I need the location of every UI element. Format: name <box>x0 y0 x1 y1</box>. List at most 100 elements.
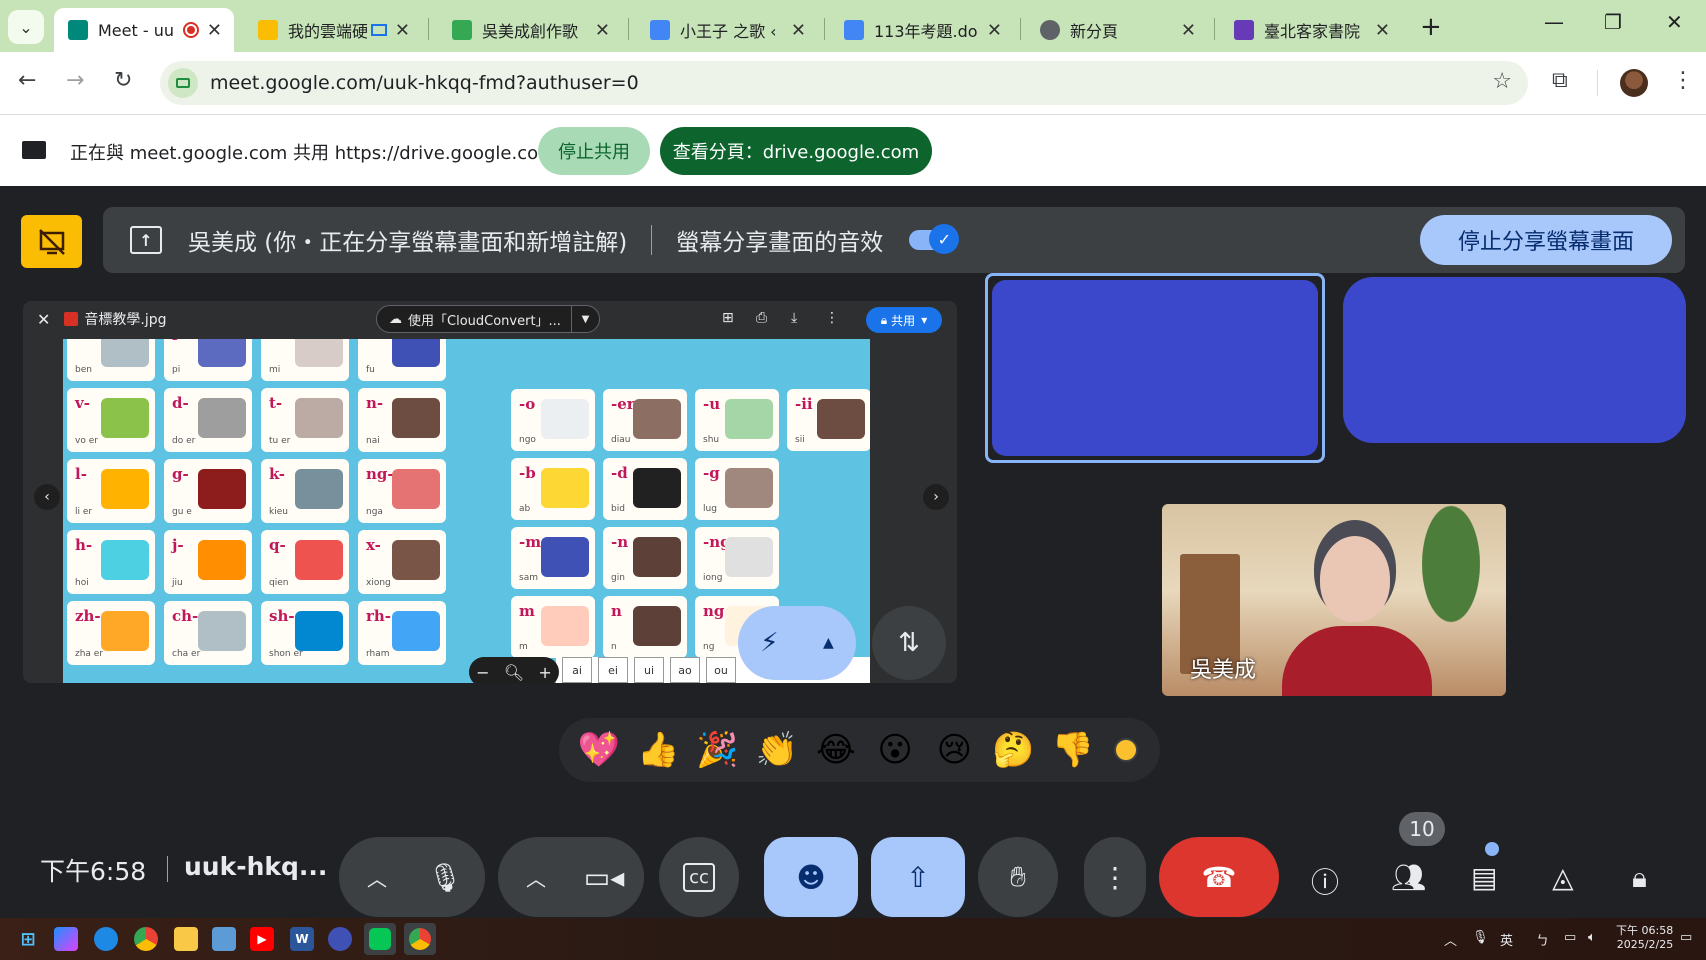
volume-icon[interactable]: 🔈︎ <box>1588 930 1596 945</box>
captions-button[interactable]: cc <box>659 837 739 917</box>
tray-overflow-icon[interactable]: ︿ <box>1444 930 1457 949</box>
participant-tile[interactable] <box>985 273 1325 463</box>
skin-tone-picker[interactable] <box>1113 738 1138 762</box>
word-icon[interactable]: W <box>290 927 314 951</box>
close-tab-icon[interactable]: ✕ <box>987 20 1002 41</box>
restore-icon[interactable]: ❐ <box>1604 10 1622 34</box>
url-text[interactable]: meet.google.com/uuk-hkqq-fmd?authuser=0 <box>210 72 639 94</box>
bookmark-star-icon[interactable]: ☆ <box>1492 69 1512 94</box>
card-picture <box>541 606 589 646</box>
participant-tile[interactable] <box>1343 273 1686 463</box>
tab-search-button[interactable]: ⌄ <box>8 10 44 44</box>
host-controls-icon[interactable]: 🔒︎ <box>1632 861 1647 895</box>
menu-kebab-icon[interactable]: ⋮ <box>1672 68 1694 93</box>
mic-options-chevron-icon[interactable]: ︿ <box>352 837 402 917</box>
ime-mode-icon[interactable]: ㄅ <box>1536 930 1549 949</box>
camera-options-chevron-icon[interactable]: ︿ <box>511 837 561 917</box>
close-window-icon[interactable]: ✕ <box>1666 10 1683 34</box>
more-icon[interactable]: ⋮ <box>825 310 839 326</box>
close-tab-icon[interactable]: ✕ <box>395 20 410 41</box>
open-with-button[interactable]: ☁ 使用「CloudConvert」... ▼ <box>376 305 600 333</box>
microphone-button[interactable]: 🎙︎ <box>405 837 485 917</box>
share-audio-toggle[interactable]: ✓ <box>909 224 960 254</box>
address-bar[interactable]: meet.google.com/uuk-hkqq-fmd?authuser=0 … <box>160 61 1528 105</box>
tray-mic-icon[interactable]: 🎙︎ <box>1472 930 1489 945</box>
raise-hand-button[interactable]: ✋︎ <box>978 837 1058 917</box>
present-button[interactable]: ⇧ <box>871 837 965 917</box>
drive-share-button[interactable]: 🔒︎ 共用 ▾ <box>866 307 942 333</box>
close-tab-icon[interactable]: ✕ <box>1375 20 1390 41</box>
tray-clock[interactable]: 下午 06:58 2025/2/25 <box>1616 924 1673 952</box>
profile-avatar[interactable] <box>1620 69 1648 97</box>
stop-sharing-button[interactable]: 停止共用 <box>538 127 650 175</box>
copilot-icon[interactable] <box>54 927 78 951</box>
tab-meet[interactable]: Meet - uu ✕ <box>54 8 234 52</box>
close-viewer-icon[interactable]: ✕ <box>37 310 50 329</box>
zoom-in-icon[interactable]: + <box>538 663 551 682</box>
close-tab-icon[interactable]: ✕ <box>595 20 610 41</box>
tab-my-drive[interactable]: 我的雲端硬 ✕ <box>244 8 422 52</box>
new-tab-button[interactable]: + <box>1420 12 1442 42</box>
meeting-info-icon[interactable]: ⓘ <box>1311 861 1339 901</box>
prev-image-icon[interactable]: ‹ <box>34 484 60 510</box>
chrome-icon[interactable] <box>134 927 158 951</box>
site-info-icon[interactable] <box>168 68 198 98</box>
tab-little-prince[interactable]: 小王子 之歌 ‹ ✕ <box>636 8 818 52</box>
print-icon[interactable]: ⎙ <box>756 310 767 326</box>
close-tab-icon[interactable]: ✕ <box>791 20 806 41</box>
file-explorer-icon[interactable] <box>174 927 198 951</box>
reaction-thumbs-down[interactable]: 👎 <box>1045 722 1101 778</box>
more-options-button[interactable]: ⋮ <box>1084 837 1146 917</box>
tab-hakka[interactable]: 臺北客家書院 ✕ <box>1220 8 1402 52</box>
reaction-clapping[interactable]: 👏 <box>749 722 805 778</box>
tab-songs[interactable]: 吳美成創作歌 ✕ <box>438 8 622 52</box>
annotation-toolbar-button[interactable]: ⚡ ▲ <box>738 606 856 680</box>
zoom-icon[interactable]: 🔍︎ <box>504 663 524 682</box>
activities-icon[interactable]: ◬ <box>1552 861 1574 894</box>
view-tab-button[interactable]: 查看分頁：drive.google.com <box>660 127 932 175</box>
chrome-profile-icon[interactable] <box>404 923 436 955</box>
reactions-button[interactable]: ☻ <box>764 837 858 917</box>
reaction-thinking[interactable]: 🤔 <box>986 722 1042 778</box>
reaction-laughing[interactable]: 😂 <box>808 722 864 778</box>
presentation-icon[interactable] <box>21 215 82 268</box>
reload-icon[interactable]: ↻ <box>114 68 132 93</box>
reaction-thumbs-up[interactable]: 👍 <box>630 722 686 778</box>
card-sublabel: li er <box>75 507 93 517</box>
windows-start-icon[interactable]: ⊞ <box>16 927 40 951</box>
leave-call-button[interactable]: ☎ <box>1159 837 1279 917</box>
card-label: t- <box>269 394 283 412</box>
swap-layout-icon[interactable]: ⇅ <box>872 606 946 680</box>
notification-icon[interactable]: ▭ <box>1680 930 1692 945</box>
add-comment-icon[interactable]: ⊞ <box>722 310 734 326</box>
reaction-crying[interactable]: 😢 <box>926 722 982 778</box>
chat-icon[interactable]: ▤ <box>1471 861 1497 894</box>
tab-new[interactable]: 新分頁 ✕ <box>1026 8 1208 52</box>
back-icon[interactable]: ← <box>18 68 36 93</box>
reaction-surprised[interactable]: 😮 <box>867 722 923 778</box>
photos-icon[interactable] <box>212 927 236 951</box>
app-icon[interactable] <box>328 927 352 951</box>
edge-icon[interactable] <box>94 927 118 951</box>
tab-exam[interactable]: 113年考題.do ✕ <box>830 8 1014 52</box>
extensions-icon[interactable]: ⧉ <box>1552 68 1568 93</box>
self-video-tile[interactable]: 吳美成 <box>1162 504 1506 696</box>
close-tab-icon[interactable]: ✕ <box>207 20 222 41</box>
line-app-icon[interactable] <box>364 923 396 955</box>
download-icon[interactable]: ⤓ <box>791 310 797 326</box>
reaction-party-popper[interactable]: 🎉 <box>689 722 745 778</box>
ime-indicator[interactable]: 英 <box>1500 930 1513 949</box>
stop-presenting-button[interactable]: 停止分享螢幕畫面 <box>1420 215 1672 265</box>
caret-down-icon[interactable]: ▼ <box>570 305 599 333</box>
next-image-icon[interactable]: › <box>923 484 949 510</box>
network-icon[interactable]: ▭ <box>1564 930 1576 945</box>
people-icon[interactable]: 👥︎ <box>1391 861 1427 894</box>
zoom-out-icon[interactable]: − <box>476 663 489 682</box>
reaction-sparkling-heart[interactable]: 💖 <box>571 722 627 778</box>
forward-icon[interactable]: → <box>66 68 84 93</box>
camera-button[interactable]: ▭◂ <box>564 837 644 917</box>
minimize-icon[interactable]: — <box>1544 10 1564 34</box>
youtube-icon[interactable]: ▶ <box>250 927 274 951</box>
card-picture <box>633 399 681 439</box>
close-tab-icon[interactable]: ✕ <box>1181 20 1196 41</box>
